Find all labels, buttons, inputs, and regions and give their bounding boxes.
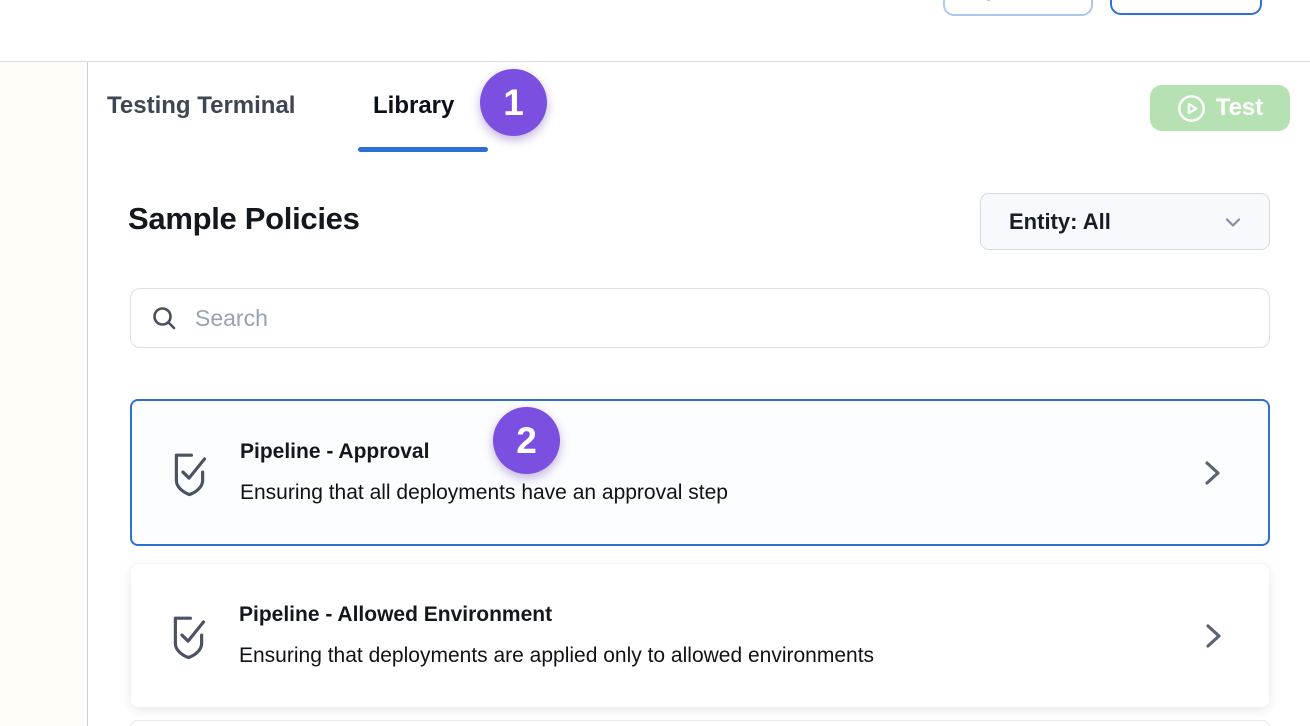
policy-title: Pipeline - Approval <box>240 440 728 464</box>
left-sidebar-rail <box>0 62 88 726</box>
search-input[interactable] <box>195 305 1249 332</box>
entity-filter-value: Entity: All <box>1009 209 1111 235</box>
policy-card-pipeline-allowed-environment[interactable]: Pipeline - Allowed Environment Ensuring … <box>130 563 1270 708</box>
discard-button[interactable]: Discard <box>1110 0 1262 15</box>
chevron-right-icon <box>1202 457 1224 489</box>
policy-description: Ensuring that all deployments have an ap… <box>240 481 728 505</box>
annotation-badge-1: 1 <box>480 69 547 136</box>
chevron-right-icon <box>1203 620 1225 652</box>
policy-card-pipeline-approval[interactable]: Pipeline - Approval Ensuring that all de… <box>130 399 1270 546</box>
save-button-label: Save <box>1000 0 1049 3</box>
annotation-badge-2: 2 <box>493 407 560 474</box>
test-button-label: Test <box>1216 94 1264 122</box>
policy-title: Pipeline - Allowed Environment <box>239 603 874 627</box>
test-button[interactable]: Test <box>1150 85 1290 131</box>
policy-library-screen: Save Discard Testing Terminal Library 1 … <box>0 0 1310 726</box>
search-icon <box>151 305 178 332</box>
policy-card-partial[interactable] <box>130 720 1270 726</box>
tab-library[interactable]: Library <box>373 92 454 120</box>
top-bar: Save Discard <box>0 0 1310 62</box>
chevron-down-icon <box>1221 210 1245 234</box>
active-tab-underline <box>358 147 488 152</box>
policy-card-text: Pipeline - Approval Ensuring that all de… <box>240 440 728 505</box>
shield-check-icon <box>167 446 212 500</box>
policy-description: Ensuring that deployments are applied on… <box>239 644 874 668</box>
search-bar <box>130 288 1270 348</box>
save-button[interactable]: Save <box>943 0 1093 16</box>
save-icon <box>987 0 990 1</box>
entity-filter-dropdown[interactable]: Entity: All <box>980 193 1270 250</box>
discard-button-label: Discard <box>1147 0 1224 2</box>
tab-testing-terminal[interactable]: Testing Terminal <box>107 92 295 120</box>
play-circle-icon <box>1177 94 1206 123</box>
policy-card-text: Pipeline - Allowed Environment Ensuring … <box>239 603 874 668</box>
shield-check-icon <box>166 609 211 663</box>
page-title: Sample Policies <box>128 201 360 237</box>
